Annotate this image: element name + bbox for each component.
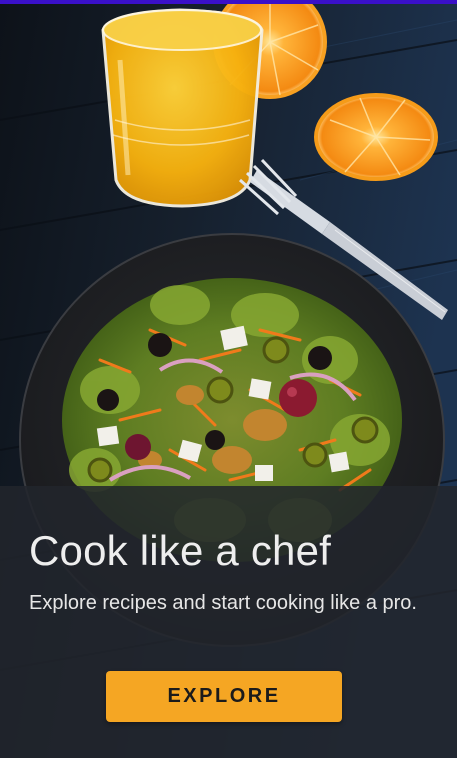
page-subtitle: Explore recipes and start cooking like a…: [29, 592, 417, 614]
onboarding-screen: Cook like a chef Explore recipes and sta…: [0, 0, 457, 758]
explore-button[interactable]: EXPLORE: [106, 671, 342, 722]
status-bar-accent: [0, 0, 457, 4]
page-title: Cook like a chef: [29, 527, 332, 574]
